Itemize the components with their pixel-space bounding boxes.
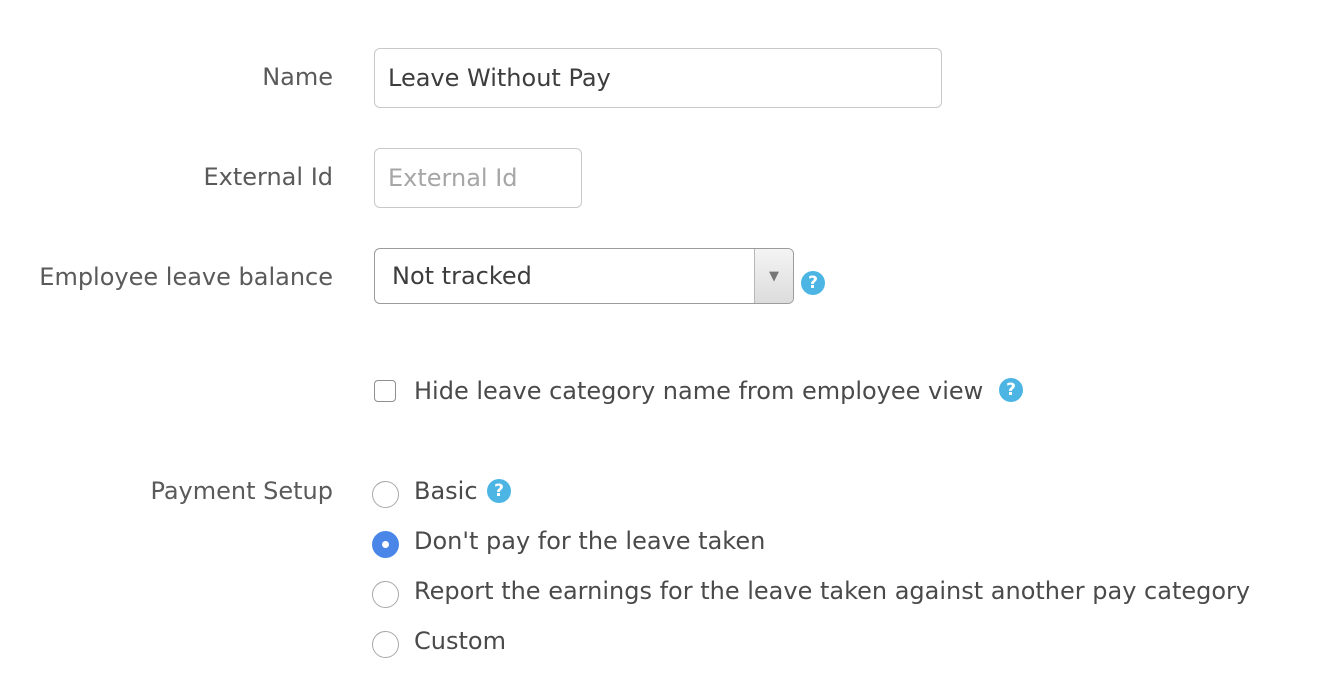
payment-option-basic-radio[interactable] xyxy=(372,481,399,508)
triangle-down-icon[interactable]: ▼ xyxy=(754,249,793,303)
hide-name-checkbox[interactable] xyxy=(374,380,396,402)
payment-setup-label: Payment Setup xyxy=(150,477,333,505)
leave-balance-select[interactable]: Not tracked ▼ xyxy=(374,248,794,304)
leave-balance-help-icon[interactable]: ? xyxy=(801,271,825,295)
external-id-input[interactable] xyxy=(374,148,582,208)
leave-balance-label: Employee leave balance xyxy=(39,263,333,291)
leave-category-form: Name External Id Employee leave balance … xyxy=(0,0,1322,698)
external-id-label: External Id xyxy=(203,163,333,191)
name-label: Name xyxy=(262,63,333,91)
payment-option-dont-pay-label: Don't pay for the leave taken xyxy=(414,527,766,555)
payment-option-report-earnings-label: Report the earnings for the leave taken … xyxy=(414,577,1251,605)
payment-option-custom-radio[interactable] xyxy=(372,631,399,658)
payment-option-basic-label: Basic xyxy=(414,477,478,505)
basic-help-icon[interactable]: ? xyxy=(487,479,511,503)
payment-option-dont-pay-radio[interactable] xyxy=(372,531,399,558)
leave-balance-selected-value: Not tracked xyxy=(392,262,532,290)
hide-name-checkbox-label: Hide leave category name from employee v… xyxy=(414,377,984,405)
name-input[interactable] xyxy=(374,48,942,108)
payment-option-report-earnings-radio[interactable] xyxy=(372,581,399,608)
payment-option-custom-label: Custom xyxy=(414,627,506,655)
hide-name-help-icon[interactable]: ? xyxy=(999,378,1023,402)
